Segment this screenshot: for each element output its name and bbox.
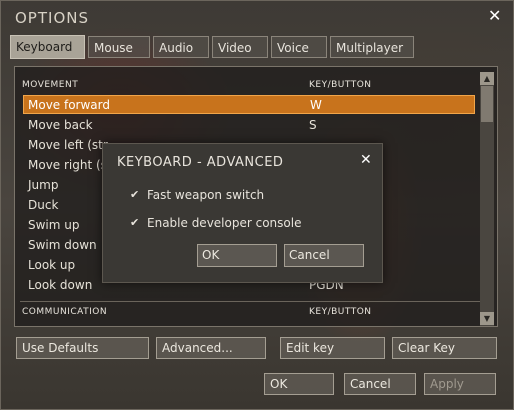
clear-key-button[interactable]: Clear Key: [392, 337, 497, 359]
column-header-key: KEY/BUTTON: [309, 307, 372, 317]
action-label: Look up: [28, 258, 76, 272]
close-icon[interactable]: ✕: [360, 152, 372, 168]
arrow-up-icon[interactable]: ▲: [480, 72, 494, 85]
section-header-movement: MOVEMENT: [22, 80, 79, 90]
key-label: S: [309, 118, 317, 132]
close-icon[interactable]: ✕: [488, 6, 501, 25]
use-defaults-button[interactable]: Use Defaults: [16, 337, 149, 359]
checkbox-label: Enable developer console: [147, 216, 302, 230]
section-header-communication: COMMUNICATION: [22, 307, 108, 317]
ok-button[interactable]: OK: [264, 373, 334, 395]
table-row[interactable]: Move forward W: [23, 95, 475, 114]
apply-button[interactable]: Apply: [424, 373, 496, 395]
edit-key-button[interactable]: Edit key: [280, 337, 385, 359]
tab-multiplayer[interactable]: Multiplayer: [330, 36, 414, 58]
dialog-cancel-button[interactable]: Cancel: [284, 244, 364, 267]
checkmark-icon: ✔: [130, 188, 140, 201]
keyboard-advanced-dialog: KEYBOARD - ADVANCED ✕ ✔ Fast weapon swit…: [102, 143, 383, 283]
cancel-button[interactable]: Cancel: [344, 373, 416, 395]
checkbox-label: Fast weapon switch: [147, 188, 265, 202]
tab-keyboard[interactable]: Keyboard: [10, 35, 85, 59]
window-title: OPTIONS: [15, 9, 89, 27]
action-label: Swim up: [28, 218, 80, 232]
tab-video[interactable]: Video: [212, 36, 268, 58]
action-label: Duck: [28, 198, 59, 212]
action-label: Move back: [28, 118, 93, 132]
action-label: Jump: [28, 178, 59, 192]
section-divider: [20, 301, 480, 302]
action-label: Swim down: [28, 238, 97, 252]
tab-voice[interactable]: Voice: [271, 36, 327, 58]
advanced-button[interactable]: Advanced...: [156, 337, 266, 359]
column-header-key: KEY/BUTTON: [309, 80, 372, 90]
scrollbar-thumb[interactable]: [481, 86, 493, 122]
checkmark-icon: ✔: [130, 216, 140, 229]
dialog-ok-button[interactable]: OK: [197, 244, 277, 267]
table-row[interactable]: Move back S: [23, 116, 475, 135]
arrow-down-icon[interactable]: ▼: [480, 312, 494, 325]
tab-mouse[interactable]: Mouse: [88, 36, 150, 58]
action-label: Move left (str: [28, 138, 108, 152]
tab-audio[interactable]: Audio: [153, 36, 209, 58]
action-label: Move right (s: [28, 158, 107, 172]
key-label: W: [310, 98, 322, 112]
dialog-title: KEYBOARD - ADVANCED: [117, 155, 284, 170]
action-label: Look down: [28, 278, 93, 292]
action-label: Move forward: [28, 98, 111, 112]
